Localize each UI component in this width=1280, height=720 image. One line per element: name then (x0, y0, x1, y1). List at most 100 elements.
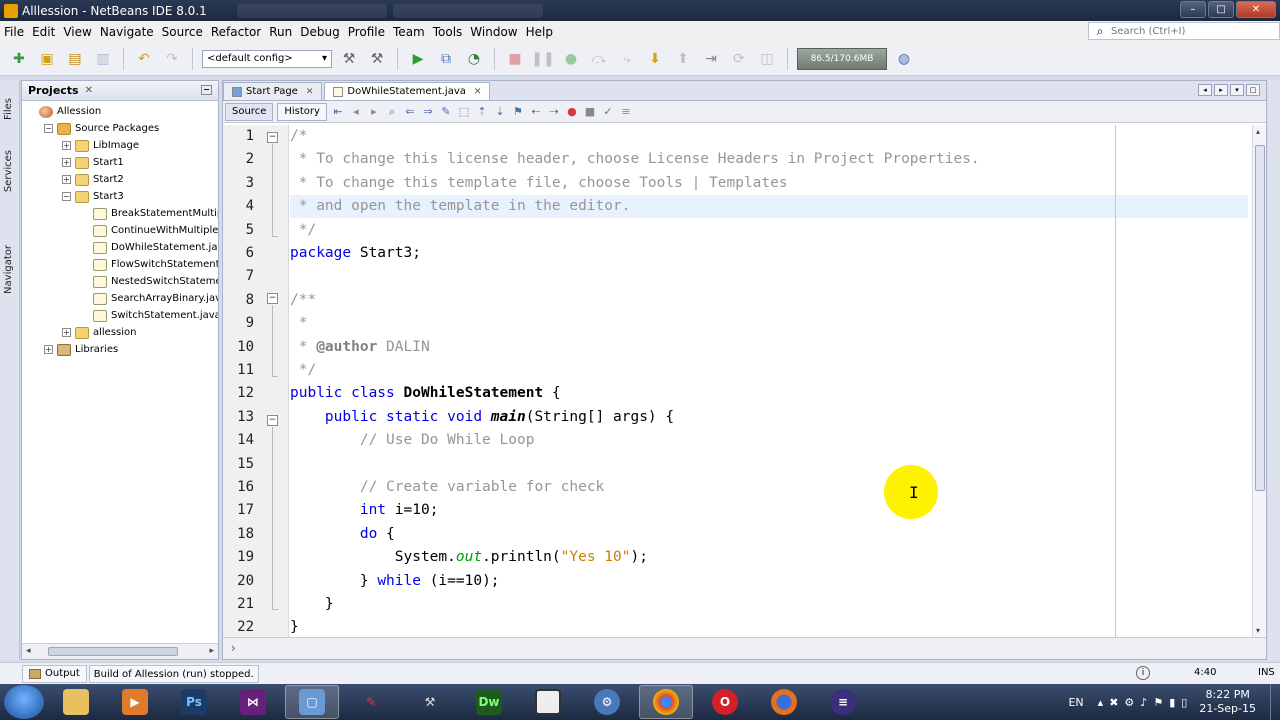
take-snapshot-icon[interactable]: ◫ (756, 48, 778, 70)
maximize-editor-icon[interactable]: □ (1246, 84, 1260, 96)
maximize-button[interactable]: □ (1208, 1, 1234, 18)
tree-node[interactable]: NestedSwitchStatement. (80, 273, 218, 290)
expand-icon[interactable]: + (62, 141, 71, 150)
profile-icon[interactable]: ◔ (463, 48, 485, 70)
tray-settings-icon[interactable]: ⚙ (1124, 696, 1134, 709)
scroll-right-icon[interactable]: › (231, 641, 236, 655)
taskbar-opera[interactable]: O (698, 685, 752, 719)
network-signal-icon[interactable]: ▮ (1169, 696, 1175, 709)
taskbar-explorer[interactable] (49, 685, 103, 719)
menu-edit[interactable]: Edit (28, 25, 59, 39)
pause-icon[interactable]: ❚❚ (531, 48, 554, 70)
minimize-button[interactable]: – (1180, 1, 1206, 18)
output-tab[interactable]: Output (22, 664, 87, 683)
redo-icon[interactable]: ↷ (161, 48, 183, 70)
expand-icon[interactable]: + (62, 175, 71, 184)
tree-node[interactable]: + Start2 (62, 171, 124, 188)
menu-debug[interactable]: Debug (296, 25, 343, 39)
menu-tools[interactable]: Tools (429, 25, 467, 39)
scroll-tabs-left-icon[interactable]: ◂ (1198, 84, 1212, 96)
step-into-icon[interactable]: ⬇ (644, 48, 666, 70)
apply-code-changes-icon[interactable]: ⟳ (728, 48, 750, 70)
shift-right-icon[interactable]: ⇢ (547, 105, 561, 119)
editor-tab[interactable]: Start Page ✕ (223, 82, 323, 100)
tree-node[interactable]: + allession (62, 324, 137, 341)
undo-icon[interactable]: ↶ (133, 48, 155, 70)
side-tab-navigator[interactable]: Navigator (3, 245, 14, 294)
collapse-icon[interactable]: − (62, 192, 71, 201)
menu-profile[interactable]: Profile (344, 25, 389, 39)
taskbar-firefox[interactable] (757, 685, 811, 719)
step-over-expression-icon[interactable]: ⤷ (616, 48, 638, 70)
start-button[interactable] (4, 685, 44, 719)
tray-app-icon[interactable]: ✖ (1109, 696, 1118, 709)
tree-node[interactable]: + Start1 (62, 154, 124, 171)
fold-collapse-icon[interactable]: − (267, 415, 278, 426)
run-to-cursor-icon[interactable]: ⇥ (700, 48, 722, 70)
new-file-icon[interactable]: ✚ (8, 48, 30, 70)
taskbar-eclipse[interactable]: ≡ (816, 685, 870, 719)
tree-node[interactable]: Allession (26, 103, 101, 120)
side-tab-files[interactable]: Files (3, 98, 14, 120)
last-edit-icon[interactable]: ⇤ (331, 105, 345, 119)
find-previous-icon[interactable]: ⇐ (403, 105, 417, 119)
tree-node[interactable]: FlowSwitchStatement.jav (80, 256, 218, 273)
shift-left-icon[interactable]: ⇠ (529, 105, 543, 119)
expand-icon[interactable]: + (44, 345, 53, 354)
fold-collapse-icon[interactable]: − (267, 293, 278, 304)
tree-node[interactable]: DoWhileStatement.java (80, 239, 218, 256)
menu-refactor[interactable]: Refactor (207, 25, 265, 39)
taskbar-dreamweaver[interactable]: Dw (462, 685, 516, 719)
minimize-panel-icon[interactable]: − (201, 85, 212, 95)
close-icon[interactable]: ✕ (85, 85, 93, 96)
tray-expand-icon[interactable]: ▴ (1098, 696, 1104, 709)
menu-view[interactable]: View (59, 25, 95, 39)
scroll-up-icon[interactable]: ▴ (1256, 127, 1260, 136)
tree-node[interactable]: BreakStatementMultipleA (80, 205, 218, 222)
tree-node[interactable]: + LibImage (62, 137, 139, 154)
side-tab-services[interactable]: Services (3, 150, 14, 192)
taskbar-photoshop[interactable]: Ps (167, 685, 221, 719)
projects-panel-title[interactable]: Projects (28, 84, 79, 97)
taskbar-chrome[interactable] (639, 685, 693, 719)
battery-icon[interactable]: ▯ (1181, 696, 1187, 709)
show-opened-docs-icon[interactable]: ▾ (1230, 84, 1244, 96)
stop-macro-icon[interactable]: ■ (583, 105, 597, 119)
fold-collapse-icon[interactable]: − (267, 132, 278, 143)
taskbar-virtualbox[interactable]: ▢ (285, 685, 339, 719)
uncomment-icon[interactable]: ≡ (619, 105, 633, 119)
toggle-highlight-icon[interactable]: ✎ (439, 105, 453, 119)
taskbar-window[interactable] (521, 685, 575, 719)
find-next-icon[interactable]: ⇒ (421, 105, 435, 119)
menu-navigate[interactable]: Navigate (96, 25, 158, 39)
comment-icon[interactable]: ✓ (601, 105, 615, 119)
run-icon[interactable]: ▶ (407, 48, 429, 70)
build-icon[interactable]: ⚒ (338, 48, 360, 70)
code-area[interactable]: /* * To change this license header, choo… (290, 125, 1248, 637)
volume-icon[interactable]: ♪ (1140, 696, 1147, 709)
save-all-icon[interactable]: ▥ (92, 48, 114, 70)
toggle-rect-selection-icon[interactable]: ⬚ (457, 105, 471, 119)
taskbar-visual-studio[interactable]: ⋈ (226, 685, 280, 719)
menu-run[interactable]: Run (265, 25, 296, 39)
scroll-tabs-right-icon[interactable]: ▸ (1214, 84, 1228, 96)
menu-window[interactable]: Window (466, 25, 521, 39)
language-indicator[interactable]: EN (1068, 696, 1083, 709)
menu-file[interactable]: File (0, 25, 28, 39)
taskbar-media[interactable]: ▶ (108, 685, 162, 719)
next-bookmark-icon[interactable]: ⇣ (493, 105, 507, 119)
back-icon[interactable]: ◂ (349, 105, 363, 119)
clean-build-icon[interactable]: ⚒ (366, 48, 388, 70)
forward-icon[interactable]: ▸ (367, 105, 381, 119)
expand-icon[interactable]: + (62, 328, 71, 337)
tree-node[interactable]: SwitchStatement.java (80, 307, 218, 324)
scroll-right-icon[interactable]: ▸ (209, 646, 214, 656)
close-icon[interactable]: ✕ (474, 87, 482, 97)
scroll-down-icon[interactable]: ▾ (1256, 626, 1260, 635)
taskbar-network[interactable]: ⚙ (580, 685, 634, 719)
search-input[interactable] (1111, 25, 1271, 37)
open-project-icon[interactable]: ▤ (64, 48, 86, 70)
taskbar-tool[interactable]: ✎ (344, 685, 398, 719)
close-button[interactable]: ✕ (1236, 1, 1276, 18)
collapse-icon[interactable]: − (44, 124, 53, 133)
